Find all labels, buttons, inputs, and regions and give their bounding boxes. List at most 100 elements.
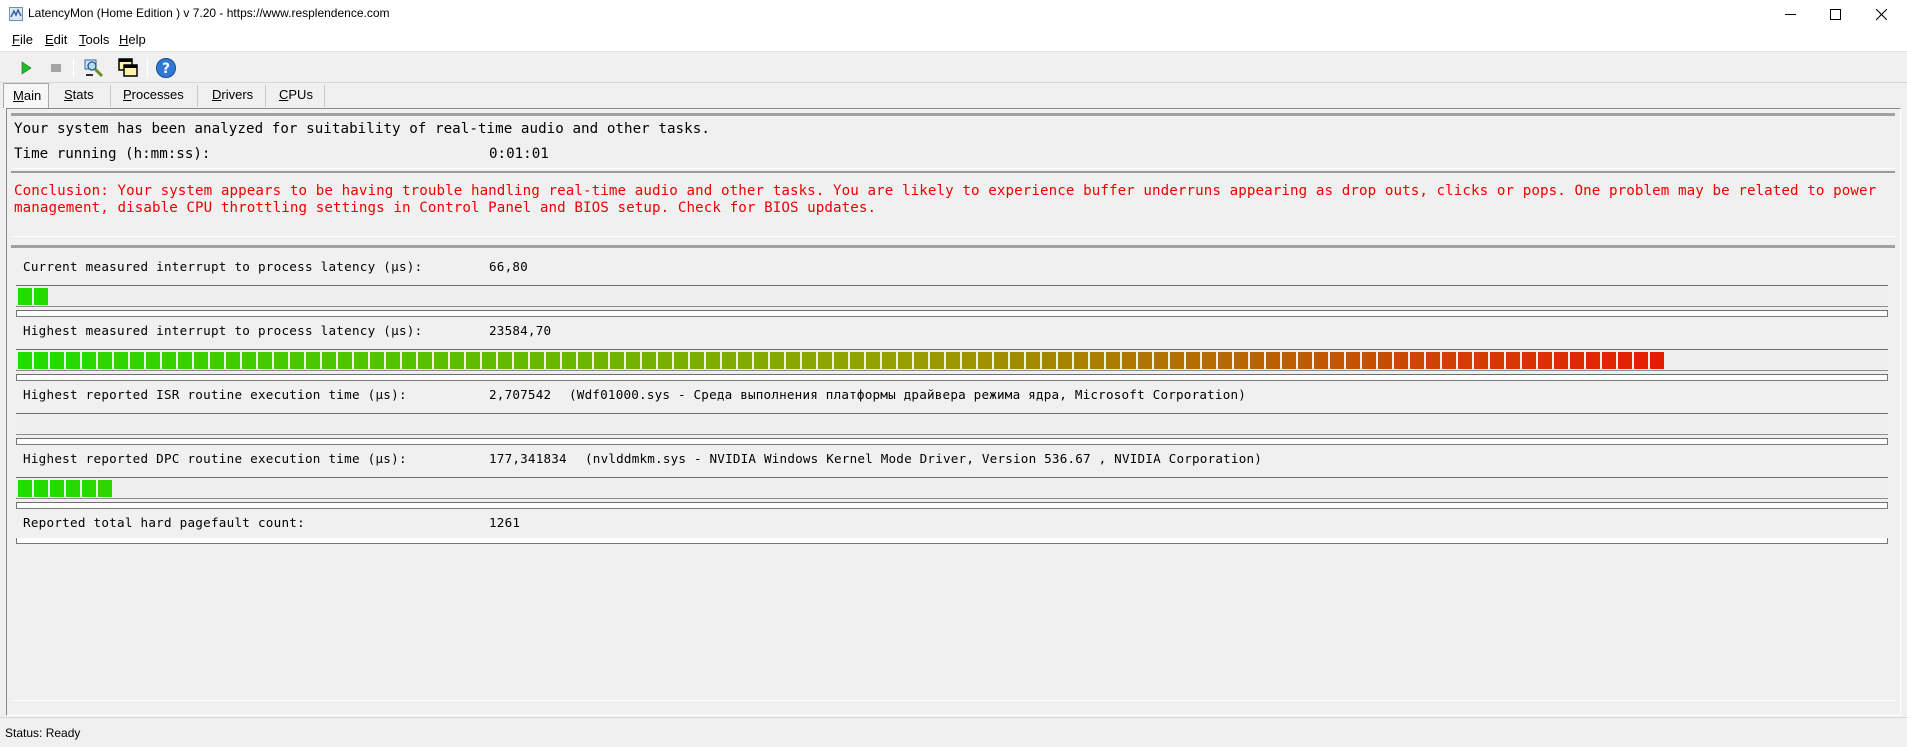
isr-driver-detail: (Wdf01000.sys - Среда выполнения платфор… (569, 387, 1247, 402)
minimize-icon (1784, 13, 1796, 15)
close-button[interactable] (1858, 0, 1904, 28)
meter-segment (1186, 352, 1200, 369)
meter-segment (578, 352, 592, 369)
highest-latency-label: Highest measured interrupt to process la… (23, 323, 423, 338)
conclusion-text: Conclusion: Your system appears to be ha… (14, 183, 1877, 216)
minimize-button[interactable] (1767, 0, 1813, 28)
meter-segment (1282, 352, 1296, 369)
meter-segment (66, 480, 80, 497)
status-bar: Status: Ready (0, 717, 1907, 747)
meter-segment (834, 352, 848, 369)
meter-segment (1266, 352, 1280, 369)
isr-time-value: 2,707542 (489, 387, 552, 402)
tab-main[interactable]: Main (3, 83, 49, 108)
meter-segment (610, 352, 624, 369)
menu-help[interactable]: Help (119, 32, 146, 47)
current-latency-meter (16, 285, 1888, 311)
meter-segment (98, 352, 112, 369)
meter-segment (1410, 352, 1424, 369)
windows-button[interactable] (116, 56, 140, 80)
meter-segment (642, 352, 656, 369)
meter-segment (194, 352, 208, 369)
meter-segment (930, 352, 944, 369)
time-running-label: Time running (h:mm:ss): (14, 146, 211, 162)
meter-segment (690, 352, 704, 369)
meter-segment (1634, 352, 1648, 369)
dpc-time-label: Highest reported DPC routine execution t… (23, 451, 407, 466)
meter-segment (1442, 352, 1456, 369)
meter-segment (434, 352, 448, 369)
meter-segment (18, 288, 32, 305)
meter-segment (546, 352, 560, 369)
analyze-button[interactable] (82, 56, 106, 80)
meter-segment (1618, 352, 1632, 369)
meter-segment (50, 352, 64, 369)
meter-segment (946, 352, 960, 369)
meter-segment (1234, 352, 1248, 369)
meter-segment (418, 352, 432, 369)
meter-segment (1362, 352, 1376, 369)
meter-segment (82, 352, 96, 369)
meter-segment (226, 352, 240, 369)
meter-segment (674, 352, 688, 369)
analyze-icon (84, 59, 104, 78)
meter-segment (1490, 352, 1504, 369)
meter-segment (34, 352, 48, 369)
isr-time-label: Highest reported ISR routine execution t… (23, 387, 407, 402)
menu-file[interactable]: File (12, 32, 33, 47)
meter-segment (1106, 352, 1120, 369)
start-button[interactable] (14, 56, 38, 80)
dpc-time-value: 177,341834 (489, 451, 567, 466)
meter-segment (210, 352, 224, 369)
meter-segment (34, 288, 48, 305)
meter-segment (1378, 352, 1392, 369)
menu-bar: File Edit Tools Help (0, 28, 1907, 52)
maximize-button[interactable] (1812, 0, 1858, 28)
stop-icon (51, 64, 61, 72)
meter-segment (530, 352, 544, 369)
meter-segment (370, 352, 384, 369)
meter-segment (1394, 352, 1408, 369)
meter-segment (914, 352, 928, 369)
dpc-driver-detail: (nvlddmkm.sys - NVIDIA Windows Kernel Mo… (585, 451, 1263, 466)
stop-button[interactable] (44, 56, 68, 80)
meter-segment (818, 352, 832, 369)
meter-footer (16, 538, 1888, 544)
meter-segment (1426, 352, 1440, 369)
meter-segment (1522, 352, 1536, 369)
highest-latency-meter (16, 349, 1888, 375)
meter-segment (322, 352, 336, 369)
menu-edit[interactable]: Edit (45, 32, 67, 47)
tab-processes[interactable]: Processes (114, 85, 198, 107)
meter-segment (18, 480, 32, 497)
meter-segment (786, 352, 800, 369)
meter-segment (34, 480, 48, 497)
tab-drivers[interactable]: Drivers (203, 85, 266, 107)
play-icon (21, 61, 32, 75)
meter-segment (1010, 352, 1024, 369)
meter-segment (594, 352, 608, 369)
meter-segment (274, 352, 288, 369)
dpc-time-meter (16, 477, 1888, 503)
meter-bars (17, 416, 1862, 433)
meter-bars (18, 480, 112, 497)
help-button[interactable]: ? (154, 56, 178, 80)
meter-segment (1298, 352, 1312, 369)
tab-cpus[interactable]: CPUs (270, 85, 325, 107)
meter-segment (770, 352, 784, 369)
meter-segment (1026, 352, 1040, 369)
meter-segment (98, 480, 112, 497)
meter-segment (386, 352, 400, 369)
meter-segment (738, 352, 752, 369)
meter-bars (18, 288, 48, 305)
meter-segment (482, 352, 496, 369)
meter-segment (50, 480, 64, 497)
title-bar: LatencyMon (Home Edition ) v 7.20 - http… (0, 0, 1907, 28)
help-icon: ? (156, 58, 176, 78)
tab-stats[interactable]: Stats (55, 85, 111, 107)
meter-segment (898, 352, 912, 369)
meter-segment (114, 352, 128, 369)
meter-footer (16, 503, 1888, 509)
menu-tools[interactable]: Tools (79, 32, 109, 47)
meter-segment (802, 352, 816, 369)
